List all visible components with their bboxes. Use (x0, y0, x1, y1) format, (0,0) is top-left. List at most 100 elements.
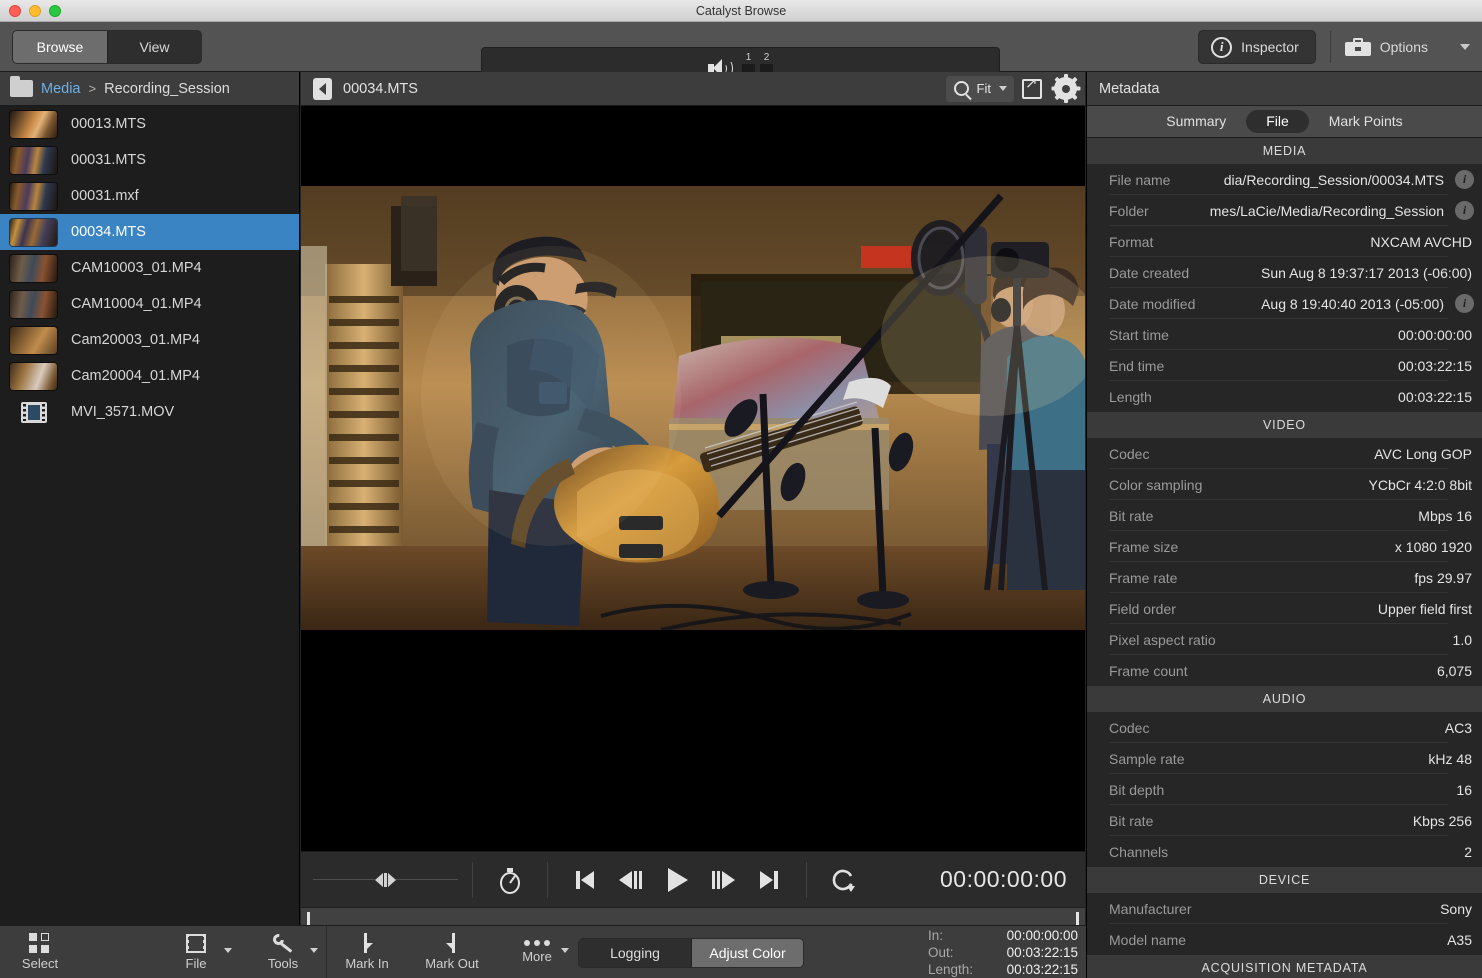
row-key: Bit rate (1109, 813, 1153, 829)
file-label: File (186, 956, 207, 971)
tab-mark-points[interactable]: Mark Points (1309, 110, 1423, 133)
row-value: 48 kHz (1428, 751, 1472, 767)
list-item[interactable]: Cam20004_01.MP4 (0, 358, 299, 394)
metadata-tabs[interactable]: Summary File Mark Points (1087, 106, 1482, 138)
row-key: Bit rate (1109, 508, 1153, 524)
stopwatch-icon[interactable] (487, 860, 533, 900)
info-icon[interactable]: i (1455, 170, 1474, 189)
mark-in-button[interactable]: Mark In (327, 926, 407, 978)
row-key: Bit depth (1109, 782, 1164, 798)
list-item[interactable]: 00031.mxf (0, 178, 299, 214)
metadata-row: Date created Sun Aug 8 19:37:17 2013 (-0… (1087, 257, 1482, 288)
chevron-down-icon[interactable] (224, 948, 232, 953)
wrench-icon (272, 934, 294, 953)
shuttle-slider[interactable] (313, 873, 458, 887)
zoom-level-select[interactable]: Fit (946, 76, 1014, 102)
tab-file[interactable]: File (1246, 110, 1309, 133)
select-icon (29, 933, 51, 953)
in-label: In: (928, 927, 986, 944)
list-item[interactable]: CAM10004_01.MP4 (0, 286, 299, 322)
section-header-device: DEVICE (1087, 867, 1482, 893)
chevron-down-icon[interactable] (999, 86, 1007, 91)
info-icon[interactable]: i (1455, 201, 1474, 220)
inspector-button[interactable]: i Inspector (1198, 30, 1316, 64)
mark-in-label: Mark In (345, 956, 388, 971)
search-icon (954, 81, 969, 96)
logging-button[interactable]: Logging (579, 939, 691, 967)
file-thumbnail (10, 327, 57, 354)
bottom-mark-group: Mark In Mark Out More (327, 926, 577, 978)
mark-out-button[interactable]: Mark Out (407, 926, 497, 978)
row-key: Codec (1109, 446, 1149, 462)
metadata-row: Codec AVC Long GOP (1087, 438, 1482, 469)
row-key: Field order (1109, 601, 1176, 617)
info-icon[interactable]: i (1455, 294, 1474, 313)
video-stage[interactable] (301, 106, 1085, 851)
chevron-down-icon[interactable] (561, 948, 569, 953)
file-menu-button[interactable]: File (152, 926, 240, 978)
transport-divider (547, 862, 548, 898)
select-button[interactable]: Select (0, 926, 80, 978)
play-icon[interactable] (654, 860, 700, 900)
catalyst-browse-window: Catalyst Browse Browse View 1 2 (0, 0, 1482, 978)
row-value: dia/Recording_Session/00034.MTS (1224, 172, 1444, 188)
gear-icon[interactable] (1054, 77, 1077, 100)
list-item[interactable]: 00031.MTS (0, 142, 299, 178)
list-item-selected[interactable]: 00034.MTS (0, 214, 299, 250)
tools-menu-button[interactable]: Tools (240, 926, 326, 978)
go-to-start-icon[interactable] (562, 860, 608, 900)
info-icon: i (1211, 37, 1232, 58)
select-label: Select (22, 956, 58, 971)
file-thumbnail (10, 183, 57, 210)
list-item[interactable]: 00013.MTS (0, 106, 299, 142)
step-forward-icon[interactable] (700, 860, 746, 900)
row-value: 16 (1456, 782, 1472, 798)
metadata-row: Color sampling YCbCr 4:2:0 8bit (1087, 469, 1482, 500)
row-key: Codec (1109, 720, 1149, 736)
window-title: Catalyst Browse (0, 4, 1482, 18)
metadata-row: Start time 00:00:00:00 (1087, 319, 1482, 350)
row-value: 1920 x 1080 (1395, 539, 1472, 555)
toolbar-right: i Inspector Options (1198, 30, 1470, 64)
list-item[interactable]: MVI_3571.MOV (0, 394, 299, 430)
go-to-end-icon[interactable] (746, 860, 792, 900)
tab-view[interactable]: View (107, 31, 201, 63)
tab-summary[interactable]: Summary (1146, 110, 1246, 133)
more-menu-button[interactable]: More (497, 926, 577, 978)
section-header-audio: AUDIO (1087, 686, 1482, 712)
list-item[interactable]: Cam20003_01.MP4 (0, 322, 299, 358)
mode-toggle-group[interactable]: Logging Adjust Color (578, 938, 804, 968)
bottom-toolbar: Select File Tools Mark In Mark Out (0, 925, 1086, 978)
row-key: Frame rate (1109, 570, 1177, 586)
breadcrumb-current: Recording_Session (104, 81, 230, 97)
breadcrumb-root[interactable]: Media (41, 81, 81, 97)
length-row: Length: 00:03:22:15 (928, 961, 1078, 978)
loop-icon[interactable] (821, 860, 867, 900)
video-frame (301, 186, 1085, 630)
file-name: 00031.MTS (71, 152, 146, 168)
file-name: Cam20004_01.MP4 (71, 368, 200, 384)
metadata-row: End time 00:03:22:15 (1087, 350, 1482, 381)
row-key: Format (1109, 234, 1153, 250)
file-list[interactable]: 00013.MTS 00031.MTS 00031.mxf 00034.MTS … (0, 106, 299, 925)
filmstrip-icon (10, 399, 57, 426)
tab-browse[interactable]: Browse (13, 31, 107, 63)
breadcrumb[interactable]: Media > Recording_Session (0, 72, 299, 106)
file-thumbnail (10, 147, 57, 174)
back-button[interactable] (313, 78, 332, 100)
chevron-down-icon[interactable] (310, 948, 318, 953)
metadata-row: File name dia/Recording_Session/00034.MT… (1087, 164, 1482, 195)
chevron-down-icon[interactable] (1460, 44, 1470, 50)
mode-switch[interactable]: Browse View (12, 30, 202, 64)
mark-out-icon (443, 933, 461, 953)
fullscreen-icon[interactable] (1022, 79, 1042, 99)
section-header-video: VIDEO (1087, 412, 1482, 438)
adjust-color-button[interactable]: Adjust Color (691, 939, 803, 967)
mark-in-icon (358, 933, 376, 953)
list-item[interactable]: CAM10003_01.MP4 (0, 250, 299, 286)
file-name: 00013.MTS (71, 116, 146, 132)
mark-out-label: Mark Out (425, 956, 478, 971)
options-button[interactable]: Options (1345, 38, 1470, 56)
step-back-icon[interactable] (608, 860, 654, 900)
in-value: 00:00:00:00 (1007, 927, 1078, 944)
